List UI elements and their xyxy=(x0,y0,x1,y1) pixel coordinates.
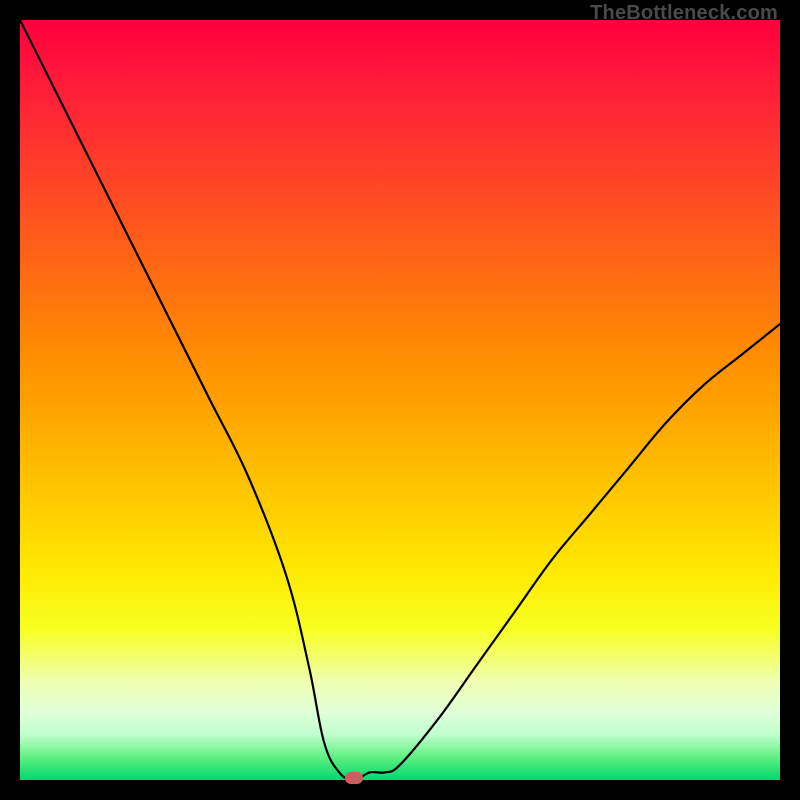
branding-watermark: TheBottleneck.com xyxy=(590,2,778,25)
chart-container: TheBottleneck.com xyxy=(0,0,800,800)
optimal-point-marker xyxy=(345,772,363,784)
bottleneck-curve xyxy=(20,20,780,780)
